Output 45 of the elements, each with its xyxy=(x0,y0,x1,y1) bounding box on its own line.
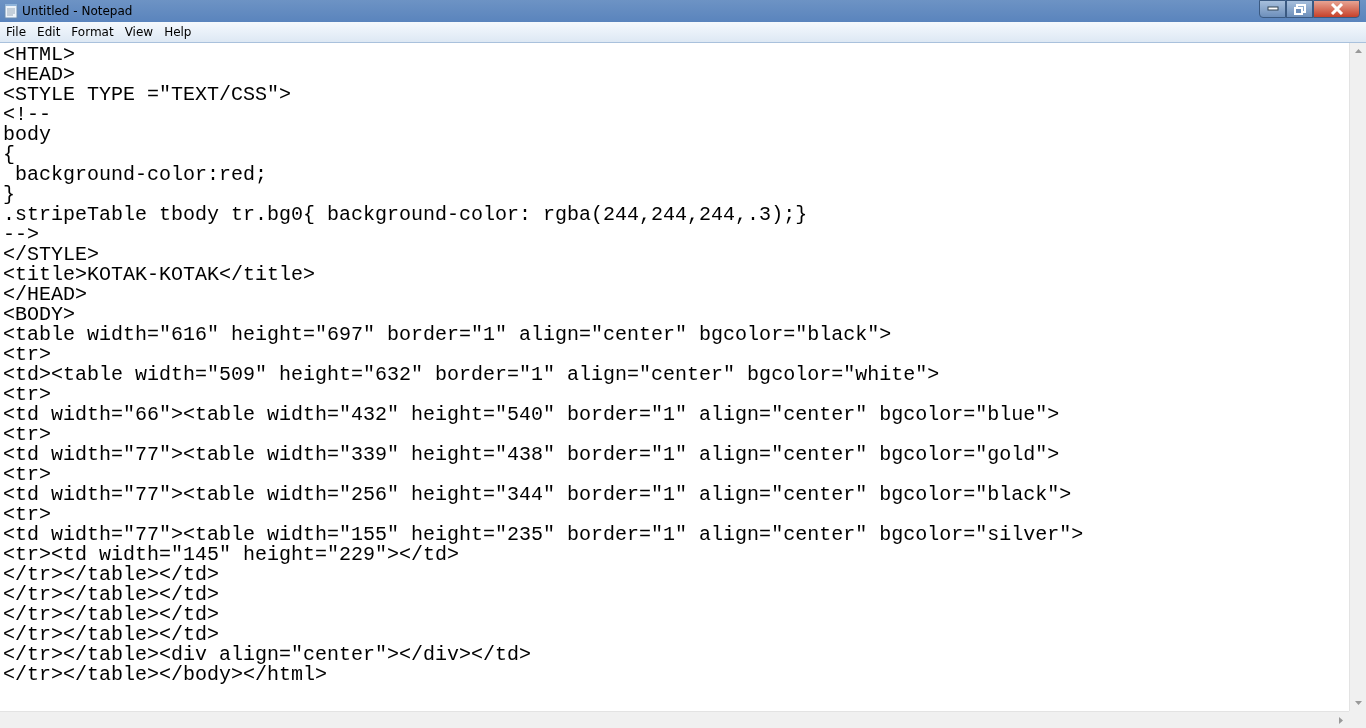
code-line: <td><table width="509" height="632" border="1" align="center" bgcolor="white"> xyxy=(3,365,940,385)
code-line: <td width="77"><table width="339" height="438" border="1" align="center" bgcolor="gold"> xyxy=(3,445,1060,465)
code-line: <table width="616" height="697" border="1" align="center" bgcolor="black"> xyxy=(3,325,892,345)
code-line: --> xyxy=(3,225,39,245)
restore-button[interactable] xyxy=(1286,0,1313,18)
code-line: </HEAD> xyxy=(3,285,87,305)
code-line: </tr></table></body></html> xyxy=(3,665,328,685)
code-line: </tr></table></td> xyxy=(3,585,220,605)
code-line: </tr></table></td> xyxy=(3,565,220,585)
code-line: <td width="77"><table width="256" height="344" border="1" align="center" bgcolor="black"> xyxy=(3,485,1072,505)
code-line: <tr><td width="145" height="229"></td> xyxy=(3,545,460,565)
code-line: </STYLE> xyxy=(3,245,99,265)
close-button[interactable] xyxy=(1313,0,1360,18)
notepad-icon xyxy=(4,3,18,19)
code-line: <tr> xyxy=(3,505,51,525)
menu-item[interactable]: Edit xyxy=(31,25,66,39)
code-line: <title>KOTAK-KOTAK</title> xyxy=(3,265,316,285)
code-line: <tr> xyxy=(3,345,51,365)
code-line: body xyxy=(3,125,51,145)
code-line: } xyxy=(3,185,15,205)
code-line: <tr> xyxy=(3,465,51,485)
menu-item[interactable]: Format xyxy=(65,25,119,39)
code-line: <STYLE TYPE ="TEXT/CSS"> xyxy=(3,85,292,105)
window-title: Untitled - Notepad xyxy=(22,4,134,18)
close-icon xyxy=(1329,3,1344,15)
menu-item[interactable]: Help xyxy=(158,25,197,39)
code-line: </tr></table><div align="center"></div></td> xyxy=(3,645,532,665)
code-line: <HTML> xyxy=(3,45,75,65)
menu-item[interactable]: View xyxy=(118,25,159,39)
code-line: </tr></table></td> xyxy=(3,625,220,645)
code-line: </tr></table></td> xyxy=(3,605,220,625)
minimize-icon xyxy=(1266,6,1279,12)
code-line: <BODY> xyxy=(3,305,75,325)
menu-item[interactable]: File xyxy=(0,25,32,39)
minimize-button[interactable] xyxy=(1259,0,1286,18)
code-line: <tr> xyxy=(3,385,51,405)
code-line: <!-- xyxy=(3,105,51,125)
code-line: <HEAD> xyxy=(3,65,75,85)
code-line: <td width="77"><table width="155" height="235" border="1" align="center" bgcolor="silver"> xyxy=(3,525,1084,545)
code-line: .stripeTable tbody tr.bg0{ background-color: rgba(244,244,244,.3);} xyxy=(3,205,808,225)
code-line: <tr> xyxy=(3,425,51,445)
code-line: background-color:red; xyxy=(14,165,268,185)
code-line: <td width="66"><table width="432" height="540" border="1" align="center" bgcolor="blue"> xyxy=(3,405,1060,425)
code-line: { xyxy=(3,145,15,165)
restore-icon xyxy=(1293,3,1306,15)
